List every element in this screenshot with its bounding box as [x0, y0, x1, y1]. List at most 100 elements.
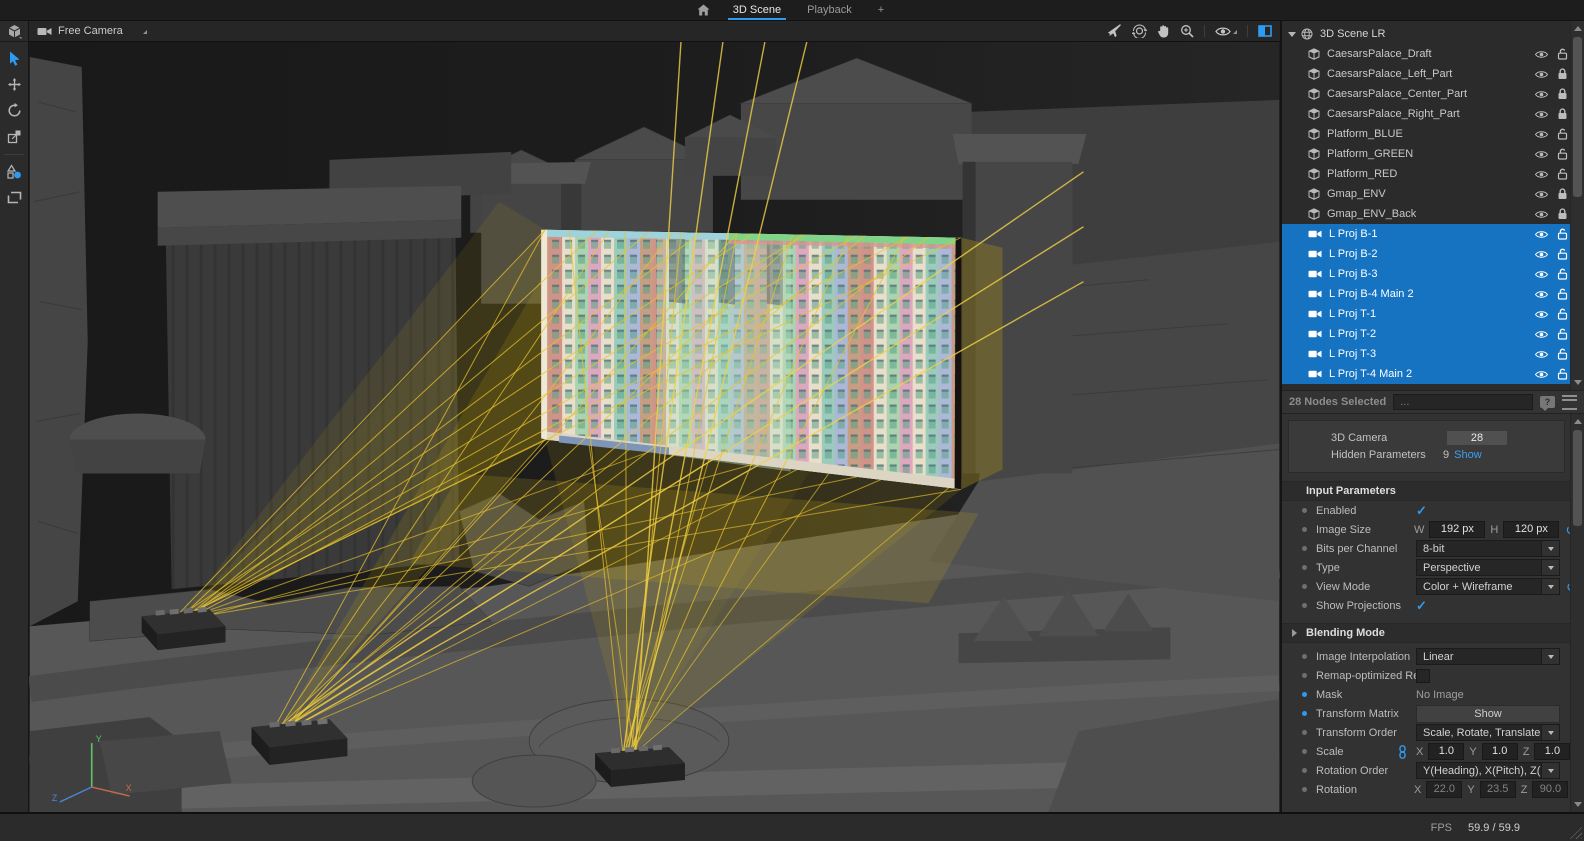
- lock-open-icon[interactable]: [1557, 228, 1568, 240]
- scroll-up-icon[interactable]: [1574, 26, 1582, 31]
- lock-open-icon[interactable]: [1557, 48, 1568, 60]
- section-blending-mode[interactable]: Blending Mode: [1282, 623, 1571, 643]
- panel-toggle-icon[interactable]: [1258, 25, 1272, 37]
- lock-closed-icon[interactable]: [1557, 188, 1568, 200]
- bits-dropdown[interactable]: 8-bit: [1416, 540, 1560, 557]
- checkbox-checked-icon[interactable]: ✓: [1416, 599, 1427, 612]
- rotation-x-field[interactable]: 22.0: [1426, 781, 1462, 798]
- lock-closed-icon[interactable]: [1557, 208, 1568, 220]
- type-dropdown[interactable]: Perspective: [1416, 559, 1560, 576]
- frame-tool-icon[interactable]: [2, 187, 26, 207]
- tree-item-l-proj-b-1[interactable]: L Proj B-1: [1282, 224, 1584, 244]
- section-input-parameters[interactable]: Input Parameters: [1282, 481, 1571, 501]
- help-icon[interactable]: ?: [1540, 396, 1555, 408]
- view-cube-icon[interactable]: [0, 21, 28, 42]
- lock-closed-icon[interactable]: [1557, 88, 1568, 100]
- visibility-eye-icon[interactable]: [1535, 110, 1548, 119]
- visibility-eye-icon[interactable]: [1535, 370, 1548, 379]
- visibility-eye-icon[interactable]: [1535, 210, 1548, 219]
- chevron-down-icon[interactable]: [1288, 32, 1296, 37]
- image-width-field[interactable]: 192 px: [1429, 521, 1485, 538]
- link-axes-icon[interactable]: [1398, 745, 1407, 759]
- visibility-eye-icon[interactable]: [1535, 330, 1548, 339]
- lock-open-icon[interactable]: [1557, 148, 1568, 160]
- visibility-eye-icon[interactable]: [1535, 150, 1548, 159]
- tree-item-caesarspalace-center-part[interactable]: CaesarsPalace_Center_Part: [1282, 84, 1584, 104]
- pan-hand-icon[interactable]: [1157, 24, 1170, 38]
- interpolation-dropdown[interactable]: Linear: [1416, 648, 1560, 665]
- fly-mode-icon[interactable]: [1107, 24, 1122, 38]
- tab-playback[interactable]: Playback: [804, 0, 855, 20]
- lock-open-icon[interactable]: [1557, 308, 1568, 320]
- camera-selector[interactable]: Free Camera: [37, 25, 147, 37]
- tab-add[interactable]: +: [875, 0, 887, 20]
- scroll-down-icon[interactable]: [1574, 802, 1582, 807]
- visibility-eye-icon[interactable]: [1535, 170, 1548, 179]
- tree-item-gmap-env[interactable]: Gmap_ENV: [1282, 184, 1584, 204]
- lock-closed-icon[interactable]: [1557, 68, 1568, 80]
- resize-grip[interactable]: [1568, 825, 1582, 839]
- lock-open-icon[interactable]: [1557, 168, 1568, 180]
- tree-item-gmap-env-back[interactable]: Gmap_ENV_Back: [1282, 204, 1584, 224]
- tree-scrollbar[interactable]: [1570, 21, 1584, 390]
- shape-select-tool-icon[interactable]: [2, 161, 26, 181]
- home-icon[interactable]: [697, 0, 710, 20]
- lock-open-icon[interactable]: [1557, 328, 1568, 340]
- lock-open-icon[interactable]: [1557, 128, 1568, 140]
- select-tool-icon[interactable]: [2, 48, 26, 68]
- rotate-tool-icon[interactable]: [2, 100, 26, 120]
- tree-item-platform-red[interactable]: Platform_RED: [1282, 164, 1584, 184]
- visibility-eye-icon[interactable]: [1215, 26, 1237, 37]
- visibility-eye-icon[interactable]: [1535, 250, 1548, 259]
- viewport-3d-scene[interactable]: Y X Z: [29, 42, 1280, 812]
- tree-item-l-proj-t-3[interactable]: L Proj T-3: [1282, 344, 1584, 364]
- transform-order-dropdown[interactable]: Scale, Rotate, Translate: [1416, 724, 1560, 741]
- rotation-z-field[interactable]: 90.0: [1532, 781, 1568, 798]
- menu-icon[interactable]: [1562, 395, 1577, 410]
- tree-item-caesarspalace-right-part[interactable]: CaesarsPalace_Right_Part: [1282, 104, 1584, 124]
- transform-matrix-show-button[interactable]: Show: [1416, 705, 1560, 723]
- tree-item-platform-blue[interactable]: Platform_BLUE: [1282, 124, 1584, 144]
- tree-item-l-proj-t-4-main-2[interactable]: L Proj T-4 Main 2: [1282, 364, 1584, 384]
- tree-item-caesarspalace-left-part[interactable]: CaesarsPalace_Left_Part: [1282, 64, 1584, 84]
- scale-tool-icon[interactable]: [2, 126, 26, 146]
- visibility-eye-icon[interactable]: [1535, 190, 1548, 199]
- tree-root[interactable]: 3D Scene LR: [1282, 24, 1584, 44]
- lock-closed-icon[interactable]: [1557, 108, 1568, 120]
- visibility-eye-icon[interactable]: [1535, 270, 1548, 279]
- scrollbar-thumb[interactable]: [1573, 37, 1582, 197]
- scale-y-field[interactable]: 1.0: [1482, 743, 1518, 760]
- visibility-eye-icon[interactable]: [1535, 90, 1548, 99]
- visibility-eye-icon[interactable]: [1535, 350, 1548, 359]
- view-mode-dropdown[interactable]: Color + Wireframe: [1416, 578, 1560, 595]
- tree-item-l-proj-t-1[interactable]: L Proj T-1: [1282, 304, 1584, 324]
- scale-x-field[interactable]: 1.0: [1428, 743, 1464, 760]
- visibility-eye-icon[interactable]: [1535, 70, 1548, 79]
- tree-item-l-proj-b-3[interactable]: L Proj B-3: [1282, 264, 1584, 284]
- visibility-eye-icon[interactable]: [1535, 130, 1548, 139]
- filter-input[interactable]: ...: [1393, 394, 1533, 410]
- checkbox-checked-icon[interactable]: ✓: [1416, 504, 1427, 517]
- lock-open-icon[interactable]: [1557, 268, 1568, 280]
- visibility-eye-icon[interactable]: [1535, 290, 1548, 299]
- checkbox-unchecked[interactable]: [1416, 669, 1430, 683]
- hidden-params-show-link[interactable]: Show: [1454, 449, 1482, 461]
- visibility-eye-icon[interactable]: [1535, 50, 1548, 59]
- lock-open-icon[interactable]: [1557, 348, 1568, 360]
- properties-scrollbar[interactable]: [1570, 414, 1584, 812]
- tree-item-l-proj-b-2[interactable]: L Proj B-2: [1282, 244, 1584, 264]
- visibility-eye-icon[interactable]: [1535, 230, 1548, 239]
- rotation-y-field[interactable]: 23.5: [1480, 781, 1516, 798]
- scroll-up-icon[interactable]: [1574, 419, 1582, 424]
- lock-open-icon[interactable]: [1557, 248, 1568, 260]
- rotation-order-dropdown[interactable]: Y(Heading), X(Pitch), Z(B: [1416, 762, 1560, 779]
- move-tool-icon[interactable]: [2, 74, 26, 94]
- orbit-icon[interactable]: [1132, 24, 1147, 38]
- scroll-down-icon[interactable]: [1574, 380, 1582, 385]
- zoom-icon[interactable]: [1180, 24, 1194, 38]
- tree-item-l-proj-b-4-main-2[interactable]: L Proj B-4 Main 2: [1282, 284, 1584, 304]
- visibility-eye-icon[interactable]: [1535, 310, 1548, 319]
- scale-z-field[interactable]: 1.0: [1534, 743, 1570, 760]
- tree-item-caesarspalace-draft[interactable]: CaesarsPalace_Draft: [1282, 44, 1584, 64]
- lock-open-icon[interactable]: [1557, 368, 1568, 380]
